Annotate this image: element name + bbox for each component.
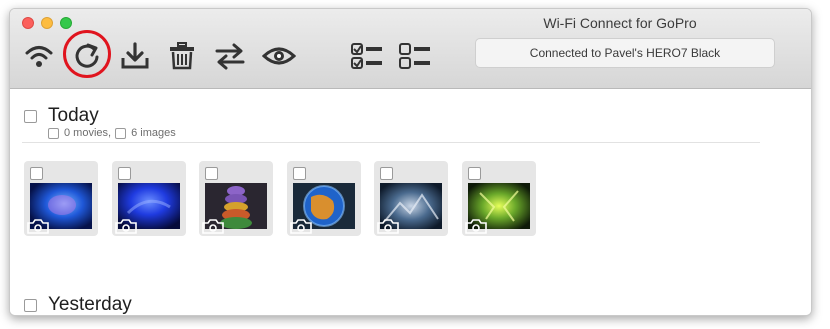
- thumbnail[interactable]: [461, 161, 536, 236]
- group-header-yesterday: Yesterday: [24, 294, 132, 315]
- media-browser: Today 0 movies, 6 images Yesterday: [10, 90, 811, 315]
- connection-status: Connected to Pavel's HERO7 Black: [475, 38, 775, 68]
- camera-icon: [289, 219, 312, 234]
- group-title: Today: [48, 105, 99, 126]
- thumbnail[interactable]: [374, 161, 448, 236]
- group-select-checkbox[interactable]: [24, 298, 37, 312]
- eye-icon: [262, 47, 296, 65]
- select-all-icon: [351, 43, 382, 69]
- preview-button[interactable]: [262, 39, 296, 73]
- refresh-highlight-ring: [63, 30, 111, 78]
- images-checkbox[interactable]: [115, 127, 127, 139]
- sync-icon: [215, 43, 245, 70]
- movies-checkbox[interactable]: [48, 127, 59, 139]
- select-all-button[interactable]: [350, 39, 384, 73]
- wifi-icon: [25, 46, 53, 67]
- camera-icon: [377, 219, 399, 234]
- delete-button[interactable]: [165, 39, 199, 73]
- window-title: Wi-Fi Connect for GoPro: [543, 15, 697, 31]
- group-select-checkbox[interactable]: [24, 109, 37, 123]
- group-summary: 0 movies, 6 images: [48, 127, 176, 139]
- images-count: 6 images: [131, 127, 176, 139]
- thumbnail-grid: [24, 161, 549, 236]
- thumbnail[interactable]: [111, 161, 186, 236]
- close-window-button[interactable]: [22, 17, 34, 29]
- thumbnail[interactable]: [24, 161, 98, 236]
- title-bar: Wi-Fi Connect for GoPro Connected to Pav…: [10, 9, 811, 89]
- download-icon: [121, 42, 149, 69]
- camera-icon: [202, 219, 224, 234]
- camera-icon: [114, 219, 137, 234]
- deselect-all-icon: [399, 43, 430, 69]
- thumbnail[interactable]: [199, 161, 273, 236]
- group-title: Yesterday: [48, 294, 132, 315]
- thumbnail-checkbox[interactable]: [205, 167, 218, 180]
- camera-icon: [464, 219, 487, 234]
- group-header-today: Today: [24, 105, 99, 127]
- minimize-window-button[interactable]: [41, 17, 53, 29]
- movies-count: 0 movies,: [64, 127, 112, 139]
- camera-icon: [27, 219, 49, 234]
- thumbnail-checkbox[interactable]: [30, 167, 43, 180]
- thumbnail-checkbox[interactable]: [467, 167, 481, 180]
- sync-button[interactable]: [213, 39, 247, 73]
- app-window: Wi-Fi Connect for GoPro Connected to Pav…: [9, 8, 812, 316]
- zoom-window-button[interactable]: [60, 17, 72, 29]
- thumbnail[interactable]: [286, 161, 361, 236]
- wifi-button[interactable]: [22, 39, 56, 73]
- deselect-all-button[interactable]: [398, 39, 432, 73]
- thumbnail-checkbox[interactable]: [380, 167, 393, 180]
- download-button[interactable]: [118, 39, 152, 73]
- thumbnail-checkbox[interactable]: [117, 167, 131, 180]
- thumbnail-checkbox[interactable]: [292, 167, 306, 180]
- trash-icon: [170, 42, 194, 70]
- group-divider: [22, 142, 760, 143]
